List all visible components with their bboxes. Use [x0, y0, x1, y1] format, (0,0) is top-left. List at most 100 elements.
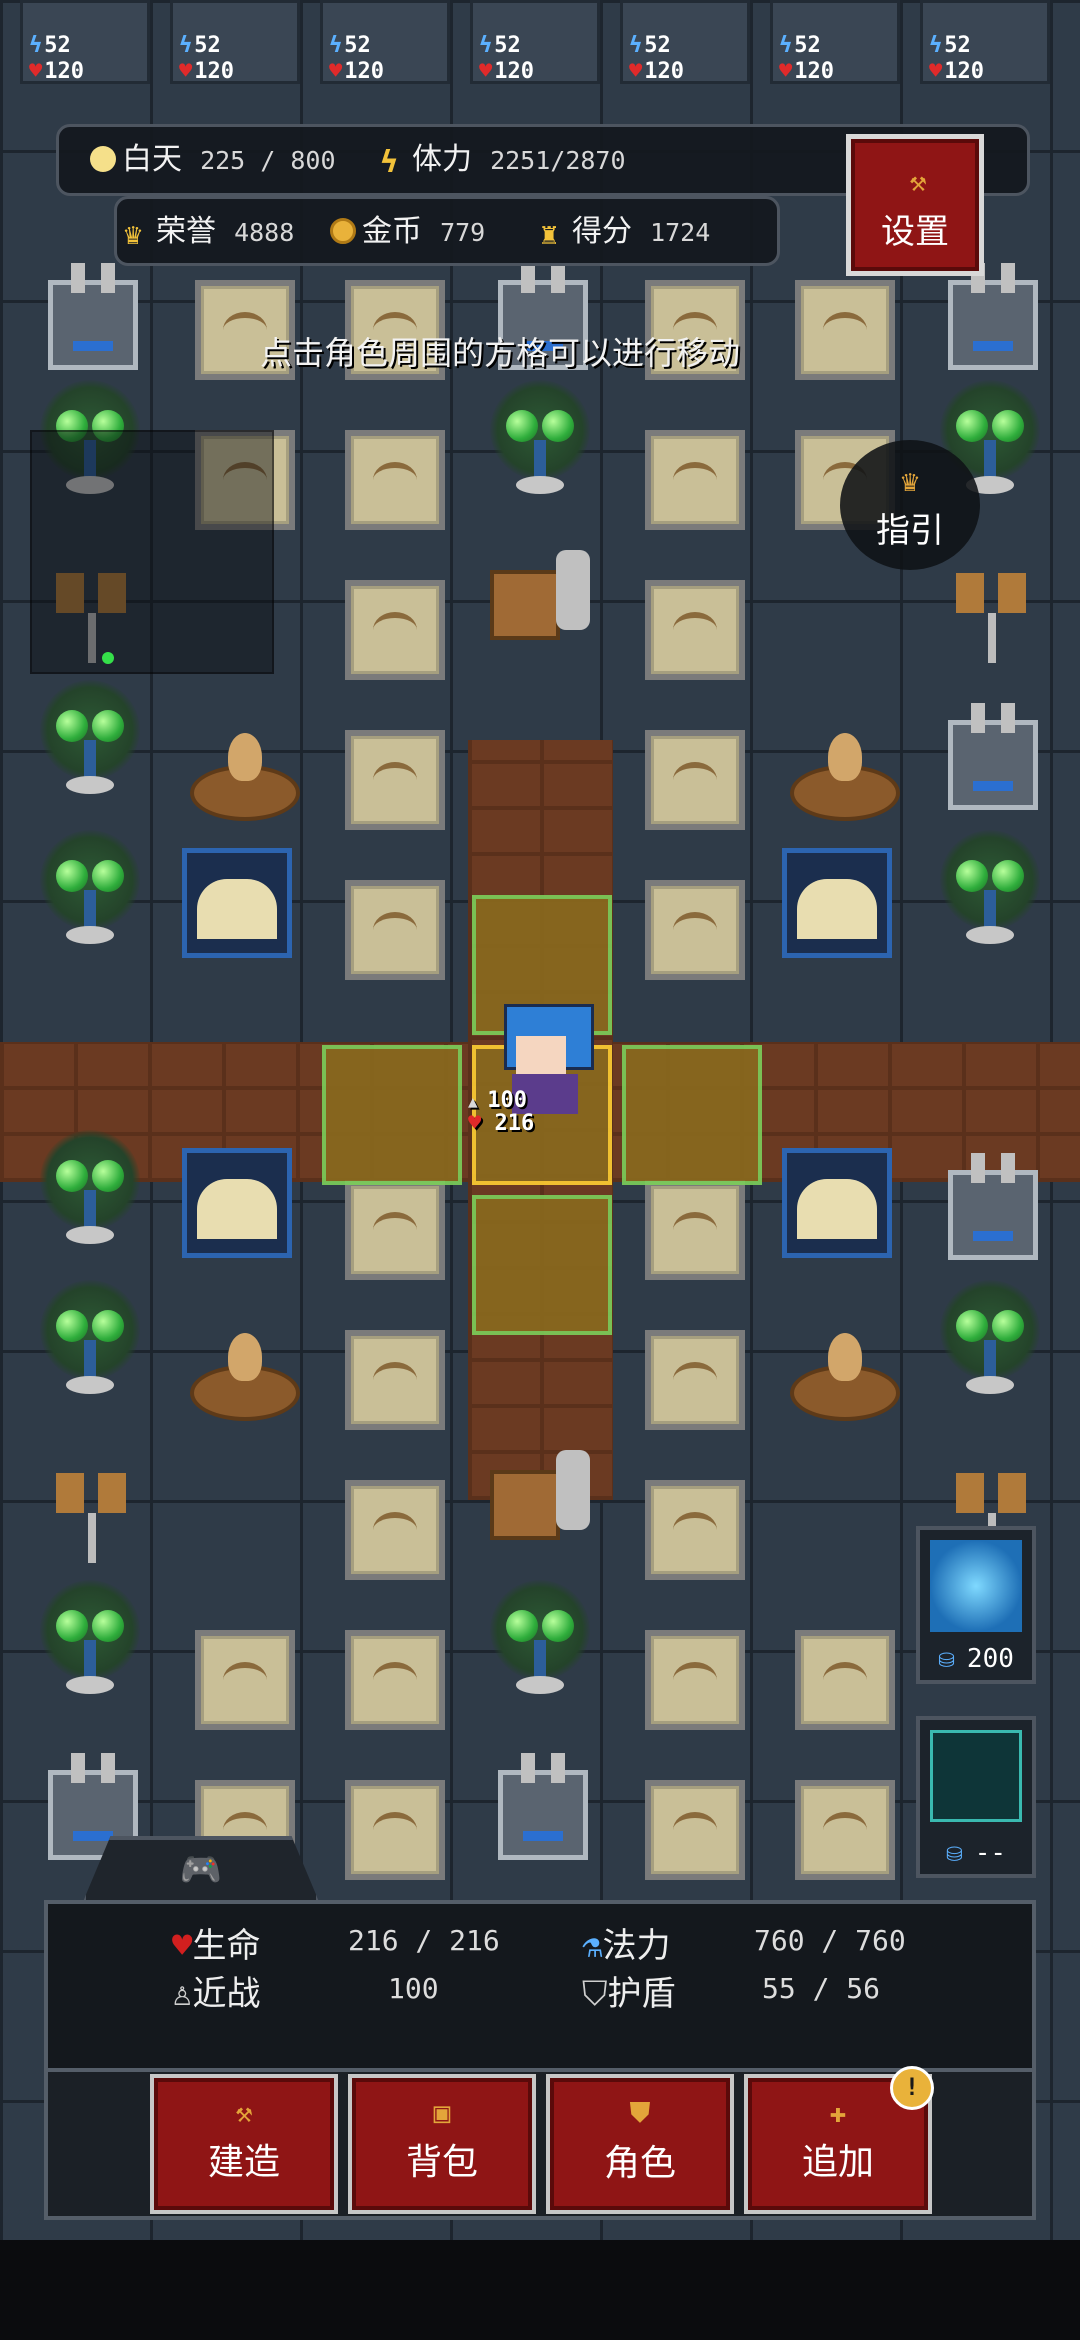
bolt-icon: ϟ — [380, 145, 399, 180]
hp-stat: ♥生命 — [172, 1918, 260, 1967]
build-label: 建造 — [207, 2142, 280, 2183]
hammer-icon: ⚒ — [235, 2096, 253, 2129]
mana-label: 法力 — [602, 1926, 671, 1966]
stone-block[interactable] — [345, 1180, 445, 1280]
shield-icon: ⛉ — [582, 1974, 608, 2014]
controller-tab[interactable]: 🎮 — [82, 1836, 320, 1904]
unit-mana-value: 52 — [44, 33, 71, 58]
oven[interactable] — [782, 848, 892, 958]
skill-slot-shield[interactable]: -- — [916, 1716, 1036, 1878]
minimap[interactable] — [30, 430, 274, 674]
machine[interactable] — [48, 263, 138, 370]
oven[interactable] — [182, 848, 292, 958]
stone-block[interactable] — [645, 730, 745, 830]
stone-block[interactable] — [645, 1180, 745, 1280]
character-button[interactable]: ⛊ 角色 — [546, 2074, 734, 2214]
mana-tree[interactable] — [40, 830, 140, 960]
mana-tree[interactable] — [940, 1280, 1040, 1410]
unit-stat: 52120 — [470, 0, 600, 84]
heart-icon — [329, 59, 344, 84]
stone-block[interactable] — [645, 880, 745, 980]
coin-icon — [330, 218, 356, 244]
machine[interactable] — [498, 1753, 588, 1860]
treasure-chest[interactable] — [490, 1450, 600, 1560]
lightning-skill-icon — [930, 1540, 1022, 1632]
machine[interactable] — [948, 263, 1038, 370]
sword-icon: ♙ — [172, 1974, 193, 2014]
trophy-icon: ♜ — [540, 217, 559, 252]
stone-block[interactable] — [345, 880, 445, 980]
unit-hp-value: 120 — [944, 59, 984, 84]
score-value: 1724 — [650, 218, 711, 247]
treasure-chest[interactable] — [490, 550, 600, 660]
character-icon: ⛊ — [629, 2096, 651, 2129]
gold-value: 779 — [440, 218, 486, 247]
mana-icon — [929, 33, 944, 58]
settings-button[interactable]: ⚒ 设置 — [846, 134, 984, 276]
stone-block[interactable] — [795, 1630, 895, 1730]
stone-block[interactable] — [645, 1630, 745, 1730]
flask-icon: ⚗ — [582, 1926, 603, 1966]
hp-label: 生命 — [192, 1926, 261, 1966]
lamp[interactable] — [948, 565, 1038, 675]
honor-value: 4888 — [234, 218, 295, 247]
stone-block[interactable] — [795, 280, 895, 380]
stone-block[interactable] — [345, 730, 445, 830]
move-tile-down[interactable] — [472, 1195, 612, 1335]
wrench-icon: ⚒ — [909, 165, 927, 198]
heart-icon — [29, 59, 44, 84]
backpack-label: 背包 — [405, 2142, 478, 2183]
unit-stat: 52120 — [920, 0, 1050, 84]
heart-icon — [629, 59, 644, 84]
mana-tree[interactable] — [40, 1280, 140, 1410]
backpack-button[interactable]: ▣ 背包 — [348, 2074, 536, 2214]
stone-block[interactable] — [645, 580, 745, 680]
score-counter: ♜ 得分 1724 — [540, 206, 711, 252]
mana-stat: ⚗法力 — [582, 1918, 670, 1967]
machine[interactable] — [948, 703, 1038, 810]
stone-block[interactable] — [345, 1630, 445, 1730]
mana-tree[interactable] — [940, 830, 1040, 960]
mana-icon — [479, 33, 494, 58]
stone-block[interactable] — [345, 1480, 445, 1580]
mana-tree[interactable] — [490, 1580, 590, 1710]
mana-tree[interactable] — [40, 1580, 140, 1710]
unit-stat: 52120 — [770, 0, 900, 84]
oven[interactable] — [182, 1148, 292, 1258]
mana-tree[interactable] — [490, 380, 590, 510]
stone-block[interactable] — [645, 430, 745, 530]
unit-stat: 52120 — [20, 0, 150, 84]
day-value: 225 / 800 — [200, 146, 336, 175]
guide-button[interactable]: ♛ 指引 — [840, 440, 980, 570]
heart-icon — [179, 59, 194, 84]
stone-block[interactable] — [645, 1330, 745, 1430]
skill-slot-lightning[interactable]: 200 — [916, 1526, 1036, 1684]
stone-block[interactable] — [345, 1780, 445, 1880]
unit-mana-value: 52 — [194, 33, 221, 58]
day-label: 白天 — [122, 142, 182, 177]
player-stats: 100 216 — [468, 1090, 534, 1135]
stone-block[interactable] — [645, 1480, 745, 1580]
clay-pot[interactable] — [190, 725, 300, 825]
stone-block[interactable] — [795, 1780, 895, 1880]
mana-tree[interactable] — [40, 680, 140, 810]
lamp[interactable] — [48, 1465, 138, 1575]
machine[interactable] — [948, 1153, 1038, 1260]
move-tile-right[interactable] — [622, 1045, 762, 1185]
player-face — [516, 1036, 566, 1076]
day-counter: 白天 225 / 800 — [90, 134, 336, 178]
oven[interactable] — [782, 1148, 892, 1258]
stone-block[interactable] — [345, 580, 445, 680]
build-button[interactable]: ⚒ 建造 — [150, 2074, 338, 2214]
heart-icon — [479, 59, 494, 84]
move-tile-left[interactable] — [322, 1045, 462, 1185]
stone-block[interactable] — [345, 430, 445, 530]
clay-pot[interactable] — [190, 1325, 300, 1425]
shield-label: 护盾 — [607, 1974, 676, 2014]
clay-pot[interactable] — [790, 725, 900, 825]
stone-block[interactable] — [645, 1780, 745, 1880]
stone-block[interactable] — [345, 1330, 445, 1430]
stone-block[interactable] — [195, 1630, 295, 1730]
clay-pot[interactable] — [790, 1325, 900, 1425]
mana-tree[interactable] — [40, 1130, 140, 1260]
